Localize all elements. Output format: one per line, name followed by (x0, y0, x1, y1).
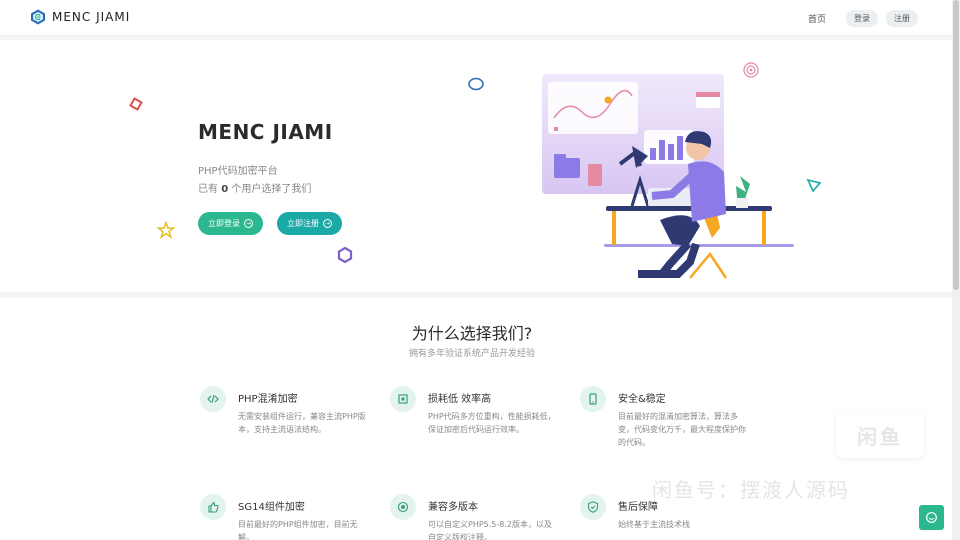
ellipse-decoration-icon (468, 77, 484, 91)
feature-title: 安全&稳定 (618, 394, 666, 405)
features-section: 为什么选择我们? 拥有多年验证系统产品开发经验 PHP混淆加密 无需安装组件运行… (0, 298, 952, 540)
thumb-up-icon (200, 494, 226, 520)
chip-icon (390, 386, 416, 412)
feature-desc: 始终基于主流技术栈 (618, 520, 690, 529)
feature-title: PHP混淆加密 (238, 394, 298, 405)
hero-subtitle: PHP代码加密平台 (198, 166, 278, 177)
code-icon (200, 386, 226, 412)
hero-title: MENC JIAMI (198, 120, 333, 144)
shield-check-icon (580, 494, 606, 520)
hero-login-label: 立即登录 (208, 219, 240, 228)
layers-icon (390, 494, 416, 520)
feature-desc: 目前最好的PHP组件加密，目前无解。 (238, 520, 358, 540)
feature-desc: 无需安装组件运行，兼容主流PHP版本，支持主流语法结构。 (238, 412, 366, 434)
site-logo[interactable]: MENC JIAMI (30, 9, 130, 25)
logo-icon (31, 9, 45, 25)
hexagon-decoration-icon (337, 246, 353, 264)
hero-illustration (542, 74, 794, 279)
chat-bubble-icon (926, 512, 937, 523)
phone-icon (580, 386, 606, 412)
nav-register-button[interactable]: 注册 (886, 10, 918, 27)
page-scrollbar[interactable] (952, 0, 960, 540)
triangle-decoration-icon (806, 178, 822, 193)
diamond-decoration-icon (129, 97, 143, 111)
hero-section: MENC JIAMI PHP代码加密平台 已有 0 个用户选择了我们 立即登录 … (0, 40, 952, 292)
user-count-text: 已有 0 个用户选择了我们 (198, 180, 311, 195)
top-navbar: MENC JIAMI 首页 登录 注册 (0, 0, 952, 36)
nav-menu: 首页 登录 注册 (808, 10, 918, 27)
hero-login-button[interactable]: 立即登录 → (198, 212, 263, 235)
feature-title: 兼容多版本 (428, 502, 478, 513)
watermark-text: 闲鱼号：摆渡人源码 (652, 478, 850, 502)
feature-title: 损耗低 效率高 (428, 394, 492, 405)
user-count-prefix: 已有 (198, 184, 222, 195)
features-subtitle: 拥有多年验证系统产品开发经验 (408, 349, 535, 359)
nav-home-link[interactable]: 首页 (808, 12, 826, 25)
feature-desc: 目前最好的混淆加密算法，算法多变，代码变化万千，最大程度保护你的代码。 (618, 412, 746, 447)
feature-desc: PHP代码多方位重构，性能损耗低，保证加密后代码运行效率。 (428, 412, 556, 434)
watermark-badge: 闲鱼 (836, 412, 924, 458)
logo-text: MENC JIAMI (52, 10, 131, 24)
feature-desc: 可以自定义PHP5.5-8.2版本，以及自定义版权注释。 (428, 520, 552, 540)
hero-register-label: 立即注册 (287, 219, 319, 228)
nav-login-button[interactable]: 登录 (846, 10, 878, 27)
features-title: 为什么选择我们? (411, 324, 533, 343)
feature-title: SG14组件加密 (238, 502, 305, 513)
star-decoration-icon (157, 221, 175, 239)
arrow-right-icon: → (244, 219, 253, 228)
scrollbar-thumb[interactable] (953, 0, 959, 290)
chat-button[interactable] (919, 505, 944, 530)
hero-register-button[interactable]: 立即注册 → (277, 212, 342, 235)
arrow-right-icon: → (323, 219, 332, 228)
user-count-suffix: 个用户选择了我们 (228, 184, 312, 195)
